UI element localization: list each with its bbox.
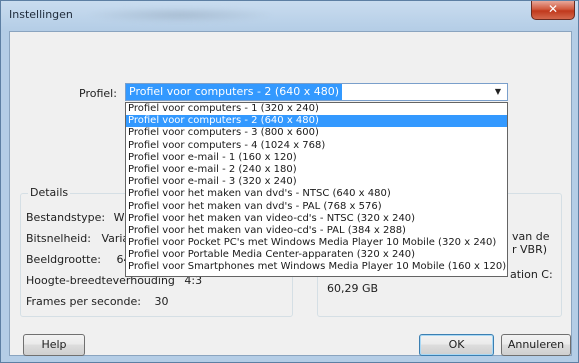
profile-option[interactable]: Profiel voor e-mail - 3 (320 x 240) [126,176,507,188]
detail-row-filetype: Bestandstype: Winc [26,211,140,224]
detail-label: Bitsnelheid: [26,232,91,245]
profile-option[interactable]: Profiel voor het maken van dvd's - PAL (… [126,201,507,213]
detail-label: Beeldgrootte: [26,253,101,266]
profile-option[interactable]: Profiel voor Pocket PC's met Windows Med… [126,237,507,249]
profile-option[interactable]: Profiel voor computers - 2 (640 x 480) [126,115,507,128]
profile-dropdown-list[interactable]: Profiel voor computers - 1 (320 x 240) Pr… [125,102,508,277]
close-button[interactable]: ✕ [531,1,575,20]
close-icon: ✕ [547,2,559,16]
profile-label: Profiel: [79,87,117,100]
chevron-down-icon[interactable]: ▼ [490,84,506,100]
detail-row-bitrate: Bitsnelheid: Variab [26,232,136,245]
profile-dropdown[interactable]: Profiel voor computers - 2 (640 x 480) ▼ [125,83,508,101]
detail-row-framesize: Beeldgrootte: 640 [26,253,137,266]
profile-option[interactable]: Profiel voor e-mail - 2 (240 x 180) [126,164,507,176]
window-title: Instellingen [9,8,73,21]
profile-option[interactable]: Profiel voor e-mail - 1 (160 x 120) [126,152,507,164]
detail-row-framerate: Frames per seconde: 30 [26,295,168,308]
profile-option[interactable]: Profiel voor computers - 1 (320 x 240) [126,103,507,115]
profile-option[interactable]: Profiel voor computers - 3 (800 x 600) [126,127,507,139]
details-legend: Details [28,186,71,199]
profile-option[interactable]: Profiel voor het maken van video-cd's - … [126,213,507,225]
disk-info-text-2: r VBR) [512,243,548,256]
detail-value: 30 [154,295,169,308]
profile-option[interactable]: Profiel voor het maken van video-cd's - … [126,225,507,237]
profile-option[interactable]: Profiel voor Portable Media Center-appar… [126,249,507,261]
detail-label: Bestandstype: [26,211,106,224]
cancel-button[interactable]: Annuleren [501,334,571,356]
profile-option[interactable]: Profiel voor het maken van dvd's - NTSC … [126,188,507,200]
profile-selected-value: Profiel voor computers - 2 (640 x 480) [126,84,343,100]
title-bar-blur [85,7,275,23]
title-bar[interactable]: Instellingen ✕ [1,1,578,31]
detail-label: Frames per seconde: [26,295,141,308]
disk-info-text-3: ation C: [510,268,553,281]
disk-info-text-1: van de [512,230,550,243]
free-space-value: 60,29 GB [327,282,379,295]
settings-window: Instellingen ✕ Profiel: Profiel voor com… [0,0,579,363]
help-button[interactable]: Help [23,334,85,356]
ok-button[interactable]: OK [419,334,494,356]
profile-option[interactable]: Profiel voor Smartphones met Windows Med… [126,261,507,273]
profile-option[interactable]: Profiel voor computers - 4 (1024 x 768) [126,140,507,152]
